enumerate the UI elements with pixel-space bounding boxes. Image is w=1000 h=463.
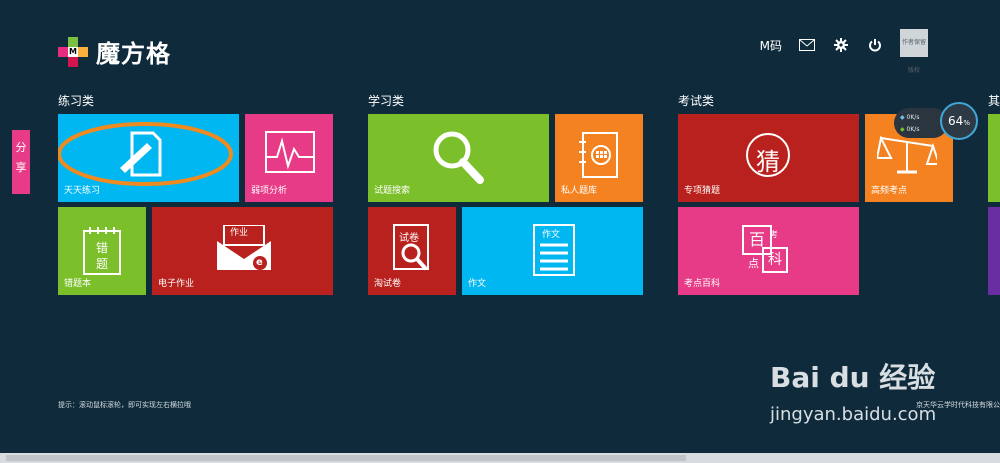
- watermark-url: jingyan.baidu.com: [770, 404, 937, 425]
- weak-analysis-chart-icon: [265, 131, 315, 173]
- settings-gear-icon[interactable]: [832, 36, 850, 54]
- download-speed-value: 0K/s: [906, 126, 920, 133]
- composition-icon-text: 作文: [542, 230, 561, 240]
- tile-weak-analysis-label: 弱项分析: [251, 186, 288, 196]
- watermark-brand: Bai du 经验: [770, 361, 936, 394]
- svg-text:错: 错: [96, 241, 108, 255]
- e-homework-icon-letter: e: [256, 257, 263, 268]
- speed-percent-value: 64: [948, 114, 964, 128]
- svg-text:题: 题: [96, 257, 108, 271]
- encyclopedia-icon-text-2: 考: [770, 230, 778, 239]
- app-logo[interactable]: M 魔方格: [58, 34, 171, 69]
- mistake-book-notebook-icon: 错 题: [83, 227, 121, 275]
- network-speed-widget[interactable]: ◆ 0K/s ◆ 0K/s 64%: [894, 102, 978, 144]
- speed-percent-unit: %: [963, 119, 970, 127]
- tile-other-partial-1[interactable]: [988, 114, 1000, 202]
- question-search-magnifier-icon: [433, 131, 484, 184]
- scrollbar-thumb[interactable]: [6, 455, 686, 461]
- tile-private-bank-label: 私人题库: [561, 186, 598, 196]
- tile-exam-papers-label: 淘试卷: [374, 279, 402, 289]
- tile-composition-label: 作文: [468, 279, 487, 289]
- exam-section-title: 考试类: [678, 94, 715, 108]
- download-arrow-icon: ◆: [900, 126, 905, 133]
- tile-frequent-points-label: 高频考点: [871, 186, 908, 196]
- user-avatar[interactable]: 作者保留版权: [900, 29, 928, 74]
- scroll-hint: 提示：滚动鼠标滚轮，即可实现左右横拉哦: [58, 401, 191, 409]
- tile-points-encyclopedia-label: 考点百科: [684, 279, 721, 289]
- download-speed: ◆ 0K/s: [900, 126, 919, 133]
- tile-question-search-label: 试题搜索: [374, 186, 411, 196]
- encyclopedia-icon-text-4: 科: [762, 247, 788, 273]
- logo-letter: M: [68, 46, 78, 57]
- upload-speed: ◆ 0K/s: [900, 114, 919, 121]
- tile-mistake-book-label: 错题本: [64, 279, 92, 289]
- logo-mark-icon: M: [58, 36, 88, 67]
- encyclopedia-icon-text-3: 点: [748, 257, 759, 270]
- tile-e-homework-label: 电子作业: [158, 279, 195, 289]
- upload-arrow-icon: ◆: [900, 114, 905, 121]
- power-icon[interactable]: [866, 36, 884, 54]
- private-bank-calculator-icon: [579, 132, 618, 178]
- e-homework-icon-text: 作业: [230, 228, 249, 238]
- tile-mistake-book[interactable]: 错 题 错题本: [58, 207, 146, 295]
- message-icon[interactable]: [798, 36, 816, 54]
- tile-daily-practice[interactable]: 天天练习: [58, 114, 239, 202]
- tile-e-homework[interactable]: 作业 e 电子作业: [152, 207, 333, 295]
- practice-section-title: 练习类: [58, 94, 95, 108]
- tile-special-guess[interactable]: 猜 专项猜题: [678, 114, 859, 202]
- tile-question-search[interactable]: 试题搜索: [368, 114, 549, 202]
- logo-text: 魔方格: [96, 40, 171, 68]
- horizontal-scrollbar[interactable]: [0, 453, 1000, 463]
- other-section-title: 其: [988, 94, 1000, 108]
- tile-weak-analysis[interactable]: 弱项分析: [245, 114, 333, 202]
- tile-points-encyclopedia[interactable]: 百 考 点 科 考点百科: [678, 207, 859, 295]
- baidu-jingyan-watermark: Bai du 经验 jingyan.baidu.com: [770, 356, 975, 446]
- tile-other-partial-2[interactable]: [988, 207, 1000, 295]
- tile-daily-practice-label: 天天练习: [64, 186, 101, 196]
- tile-private-bank[interactable]: 私人题库: [555, 114, 643, 202]
- m-code-link[interactable]: M码: [760, 37, 782, 54]
- tile-special-guess-label: 专项猜题: [684, 186, 721, 196]
- tile-composition[interactable]: 作文 作文: [462, 207, 643, 295]
- upload-speed-value: 0K/s: [906, 114, 920, 121]
- tile-exam-papers[interactable]: 试卷 淘试卷: [368, 207, 456, 295]
- exam-papers-icon-text: 试卷: [399, 233, 419, 244]
- speed-percent: 64%: [940, 102, 978, 140]
- share-button[interactable]: 分享: [12, 130, 30, 194]
- special-guess-icon-text: 猜: [756, 148, 780, 176]
- study-section-title: 学习类: [368, 94, 405, 108]
